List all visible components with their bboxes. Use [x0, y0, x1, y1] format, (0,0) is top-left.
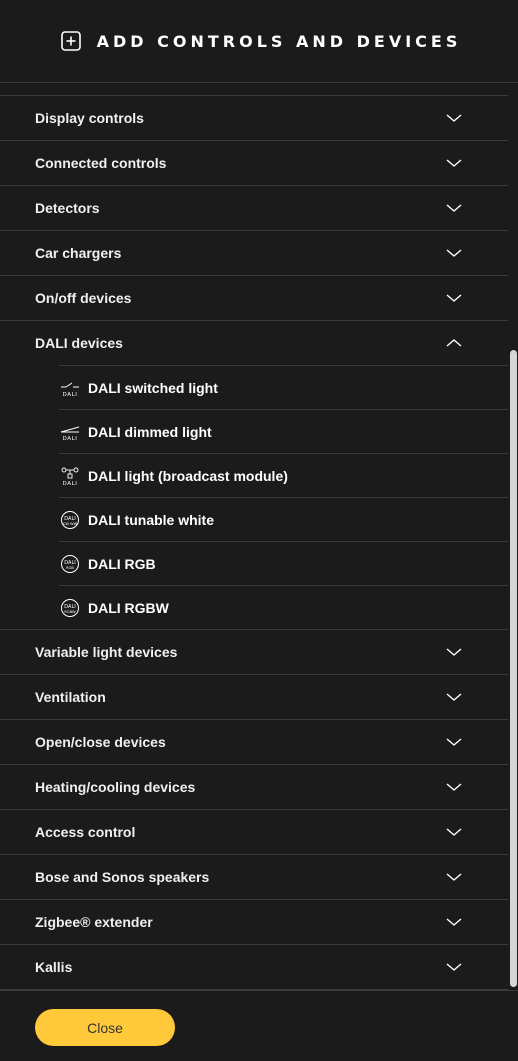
device-label: DALI RGBW — [88, 599, 169, 616]
category-label: Heating/cooling devices — [35, 779, 196, 795]
svg-text:RGB: RGB — [66, 566, 74, 570]
svg-text:CW WW: CW WW — [63, 522, 78, 526]
chevron-down-icon — [446, 204, 462, 212]
category-label: Zigbee® extender — [35, 914, 153, 930]
category-label: Display controls — [35, 110, 144, 126]
chevron-down-icon — [446, 873, 462, 881]
dali-rgb-icon: DALI RGB — [61, 554, 79, 573]
chevron-down-icon — [446, 249, 462, 257]
category-label: Car chargers — [35, 245, 122, 261]
category-variable-light-devices[interactable]: Variable light devices — [0, 629, 508, 674]
scrollbar-thumb[interactable] — [510, 350, 517, 987]
dali-broadcast-icon: DALI — [61, 467, 79, 486]
device-dali-broadcast-light[interactable]: DALI DALI light (broadcast module) — [59, 453, 508, 497]
category-access-control[interactable]: Access control — [0, 809, 508, 854]
category-ventilation[interactable]: Ventilation — [0, 674, 508, 719]
category-label: Access control — [35, 824, 136, 840]
category-detectors[interactable]: Detectors — [0, 185, 508, 230]
category-label: DALI devices — [35, 335, 123, 351]
chevron-down-icon — [446, 114, 462, 122]
dali-cw-ww-icon: DALI CW WW — [61, 510, 79, 529]
svg-text:DALI: DALI — [63, 436, 78, 442]
chevron-down-icon — [446, 738, 462, 746]
category-list: Display controls Connected controls Dete… — [0, 95, 508, 990]
header-title-group: ADD CONTROLS AND DEVICES — [60, 31, 462, 51]
category-label: Bose and Sonos speakers — [35, 869, 210, 885]
dialog-header: ADD CONTROLS AND DEVICES — [0, 0, 518, 83]
category-label: Kallis — [35, 959, 73, 975]
svg-text:DALI: DALI — [63, 481, 78, 486]
page-title: ADD CONTROLS AND DEVICES — [96, 31, 462, 51]
category-label: Open/close devices — [35, 734, 166, 750]
dali-dimmer-icon: DALI — [60, 426, 80, 442]
chevron-down-icon — [446, 648, 462, 656]
dali-rgbw-icon: DALI RGBW — [61, 598, 79, 617]
category-label: Variable light devices — [35, 644, 178, 660]
device-dali-switched-light[interactable]: DALI DALI switched light — [59, 365, 508, 409]
chevron-down-icon — [446, 783, 462, 791]
category-label: Connected controls — [35, 155, 167, 171]
plus-square-icon — [60, 31, 81, 51]
category-open-close-devices[interactable]: Open/close devices — [0, 719, 508, 764]
device-label: DALI switched light — [88, 379, 218, 396]
chevron-down-icon — [446, 918, 462, 926]
chevron-down-icon — [446, 294, 462, 302]
device-label: DALI tunable white — [88, 511, 214, 528]
category-car-chargers[interactable]: Car chargers — [0, 230, 508, 275]
dialog-footer: Close — [0, 990, 518, 1061]
category-zigbee-extender[interactable]: Zigbee® extender — [0, 899, 508, 944]
chevron-down-icon — [446, 159, 462, 167]
category-dali-devices[interactable]: DALI devices — [0, 320, 508, 365]
category-heating-cooling-devices[interactable]: Heating/cooling devices — [0, 764, 508, 809]
device-dali-tunable-white[interactable]: DALI CW WW DALI tunable white — [59, 497, 508, 541]
device-dali-rgbw[interactable]: DALI RGBW DALI RGBW — [59, 585, 508, 629]
category-kallis[interactable]: Kallis — [0, 944, 508, 989]
category-label: Ventilation — [35, 689, 106, 705]
chevron-down-icon — [446, 693, 462, 701]
close-button[interactable]: Close — [35, 1009, 175, 1046]
svg-text:DALI: DALI — [63, 392, 78, 398]
chevron-down-icon — [446, 963, 462, 971]
device-label: DALI light (broadcast module) — [88, 467, 288, 484]
category-connected-controls[interactable]: Connected controls — [0, 140, 508, 185]
device-dali-dimmed-light[interactable]: DALI DALI dimmed light — [59, 409, 508, 453]
category-label: Detectors — [35, 200, 100, 216]
chevron-down-icon — [446, 828, 462, 836]
device-label: DALI dimmed light — [88, 423, 212, 440]
category-label: On/off devices — [35, 290, 132, 306]
dali-switch-icon: DALI — [61, 382, 79, 398]
chevron-up-icon — [446, 339, 462, 347]
device-label: DALI RGB — [88, 555, 156, 572]
device-dali-rgb[interactable]: DALI RGB DALI RGB — [59, 541, 508, 585]
category-on-off-devices[interactable]: On/off devices — [0, 275, 508, 320]
svg-text:RGBW: RGBW — [64, 610, 76, 614]
category-display-controls[interactable]: Display controls — [0, 95, 508, 140]
category-bose-sonos-speakers[interactable]: Bose and Sonos speakers — [0, 854, 508, 899]
